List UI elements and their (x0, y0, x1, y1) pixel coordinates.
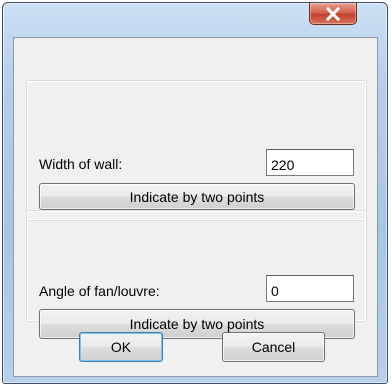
dialog-client-area: Width of wall: Indicate by two points An… (13, 37, 378, 377)
angle-input[interactable] (266, 275, 354, 302)
ok-button[interactable]: OK (79, 332, 163, 362)
angle-group: Angle of fan/louvre: Indicate by two poi… (26, 210, 367, 339)
dialog-window: Width of wall: Indicate by two points An… (2, 2, 388, 384)
angle-label: Angle of fan/louvre: (39, 283, 160, 299)
wall-width-input[interactable] (266, 149, 354, 176)
wall-width-label: Width of wall: (39, 156, 123, 172)
wall-width-group: Width of wall: Indicate by two points (26, 80, 367, 221)
close-button[interactable] (309, 3, 357, 25)
wall-width-pick-button[interactable]: Indicate by two points (39, 183, 355, 210)
cancel-button[interactable]: Cancel (222, 332, 325, 362)
close-x-icon (325, 6, 341, 21)
